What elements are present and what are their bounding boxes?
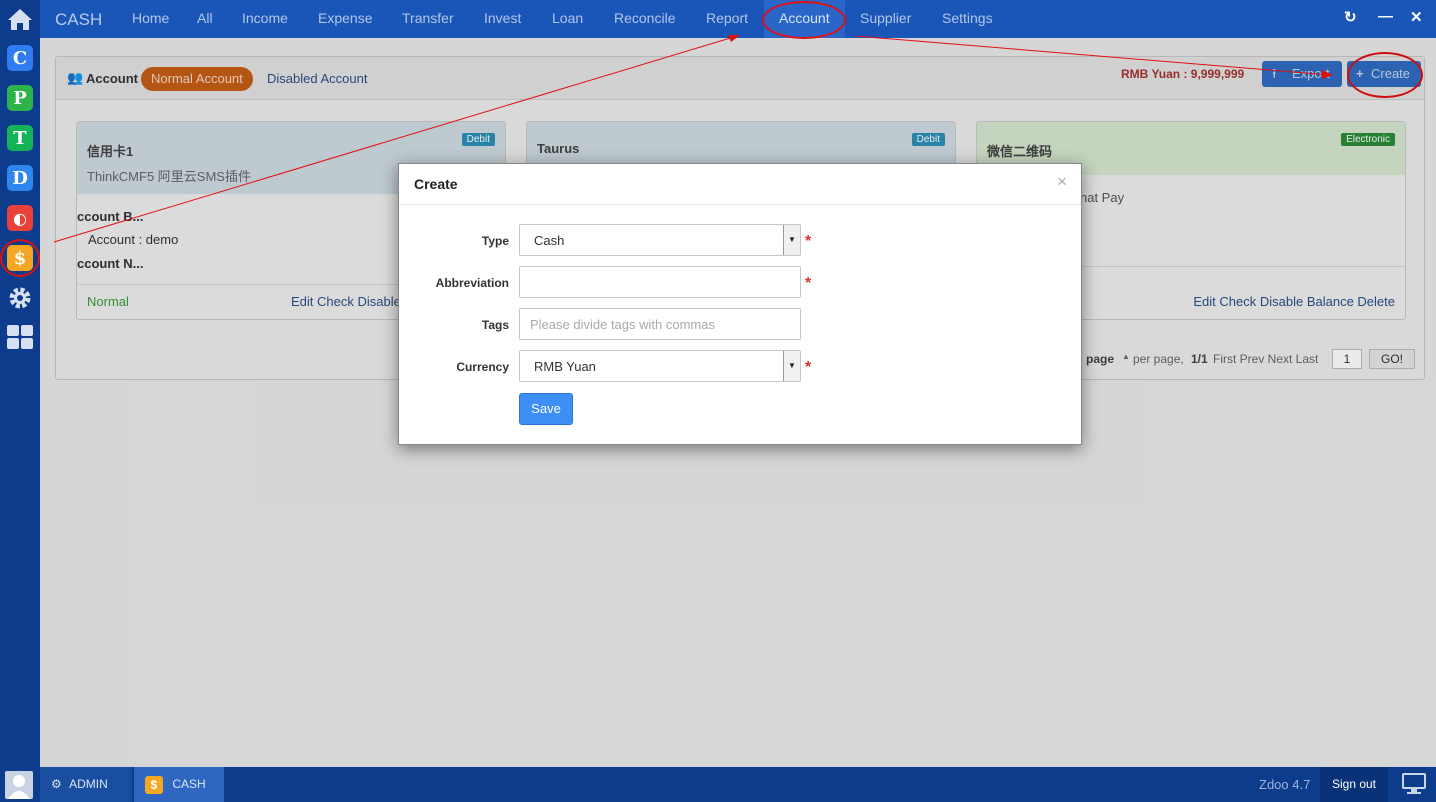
required-marker: * xyxy=(805,275,812,292)
dialog-title: Create xyxy=(414,176,458,192)
app-c-icon: C xyxy=(7,45,33,71)
nav-invest[interactable]: Invest xyxy=(484,0,521,38)
abbreviation-label: Abbreviation xyxy=(435,276,509,290)
nav-all[interactable]: All xyxy=(197,0,213,38)
nav-loan[interactable]: Loan xyxy=(552,0,583,38)
dock-app-d[interactable]: D xyxy=(4,162,36,194)
top-navigation: CASH Home All Income Expense Transfer In… xyxy=(40,0,1436,38)
app-p-icon: P xyxy=(7,85,33,111)
admin-label: ADMIN xyxy=(69,777,108,791)
dock-app-t[interactable]: T xyxy=(4,122,36,154)
cash-app-icon: $ xyxy=(145,775,163,794)
nav-income[interactable]: Income xyxy=(242,0,288,38)
annotation-circle-account xyxy=(762,1,846,39)
chevron-down-icon[interactable]: ▼ xyxy=(783,351,800,381)
sign-out-button[interactable]: Sign out xyxy=(1320,767,1388,802)
taskbar-app-cash[interactable]: $ CASH xyxy=(134,767,224,802)
app-d-icon: D xyxy=(7,165,33,191)
required-marker: * xyxy=(805,233,812,250)
dialog-header: Create × xyxy=(399,164,1081,205)
avatar[interactable] xyxy=(5,771,33,799)
dock-app-c[interactable]: C xyxy=(4,42,36,74)
nav-transfer[interactable]: Transfer xyxy=(402,0,454,38)
brand-title[interactable]: CASH xyxy=(55,10,102,30)
nav-expense[interactable]: Expense xyxy=(318,0,372,38)
monitor-icon[interactable] xyxy=(1402,773,1426,795)
close-window-icon[interactable]: ✕ xyxy=(1410,8,1423,26)
cash-app-label: CASH xyxy=(172,777,206,791)
version-label: Zdoo 4.7 xyxy=(1259,777,1311,792)
close-icon[interactable]: × xyxy=(1057,172,1067,192)
type-select[interactable]: Cash ▼ xyxy=(519,224,801,256)
type-label: Type xyxy=(481,234,509,248)
currency-select-value: RMB Yuan xyxy=(534,359,596,374)
type-select-value: Cash xyxy=(534,233,565,248)
home-icon[interactable] xyxy=(4,3,36,35)
tags-placeholder: Please divide tags with commas xyxy=(530,317,715,332)
refresh-icon[interactable]: ↻ xyxy=(1344,8,1357,26)
dock-app-p[interactable]: P xyxy=(4,82,36,114)
currency-select[interactable]: RMB Yuan ▼ xyxy=(519,350,801,382)
minimize-icon[interactable]: — xyxy=(1378,8,1393,25)
taskbar: ⚙ ADMIN $ CASH Zdoo 4.7 Sign out xyxy=(0,767,1436,802)
gear-small-icon: ⚙ xyxy=(51,777,62,791)
nav-home[interactable]: Home xyxy=(132,0,169,38)
nav-reconcile[interactable]: Reconcile xyxy=(614,0,675,38)
chevron-down-icon[interactable]: ▼ xyxy=(783,225,800,255)
gear-icon[interactable] xyxy=(4,282,36,314)
create-dialog: Create × Type Cash ▼ * Abbreviation * Ta… xyxy=(398,163,1082,445)
tags-input[interactable]: Please divide tags with commas xyxy=(519,308,801,340)
currency-label: Currency xyxy=(456,360,509,374)
grid-icon[interactable] xyxy=(4,321,36,353)
nav-supplier[interactable]: Supplier xyxy=(860,0,911,38)
abbreviation-input[interactable] xyxy=(519,266,801,298)
save-button[interactable]: Save xyxy=(519,393,573,425)
app-o-icon: ◐ xyxy=(7,205,33,231)
app-dock: C P T D ◐ $ xyxy=(0,0,40,767)
admin-menu[interactable]: ⚙ ADMIN xyxy=(40,767,132,802)
required-marker: * xyxy=(805,359,812,376)
dock-app-o[interactable]: ◐ xyxy=(4,202,36,234)
nav-settings[interactable]: Settings xyxy=(942,0,993,38)
app-t-icon: T xyxy=(7,125,33,151)
annotation-circle-dock xyxy=(0,239,40,277)
nav-report[interactable]: Report xyxy=(706,0,748,38)
tags-label: Tags xyxy=(481,318,509,332)
